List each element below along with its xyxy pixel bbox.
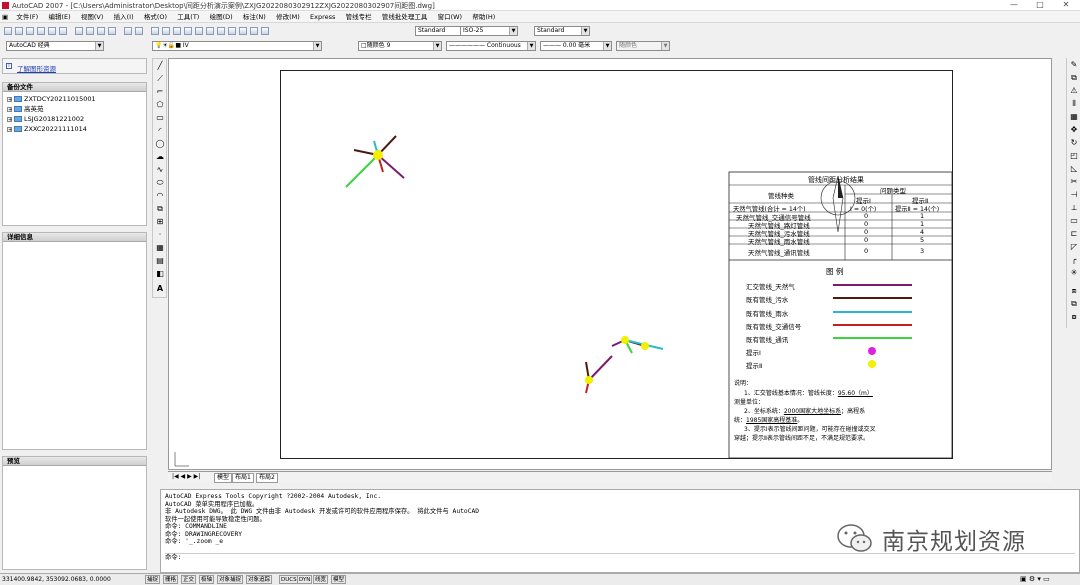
row-a: 0 xyxy=(864,212,869,220)
dyn-toggle[interactable]: DYN xyxy=(297,575,313,584)
row-a: 0 xyxy=(864,247,869,255)
legend-dot-hint2 xyxy=(868,360,876,368)
watermark-text: 南京规划资源 xyxy=(882,529,1026,555)
cmd-line: 非 Autodesk DWG。 此 DWG 文件由非 Autodesk 开发或许… xyxy=(165,508,480,515)
osnap-toggle[interactable]: 对象捕捉 xyxy=(217,575,244,584)
notes-line: 测量单位： xyxy=(734,399,765,406)
pipe-gas xyxy=(588,355,613,381)
status-bar: 331400.9842, 353092.0683, 0.0000 捕捉 栅格 正… xyxy=(0,573,1080,585)
tray-icons[interactable]: ▣ ⚙ ▾ ▭ xyxy=(1020,575,1050,583)
legend-label: 提示Ⅰ xyxy=(746,349,761,357)
row-a: 0 xyxy=(864,220,869,228)
wechat-logo-icon xyxy=(837,524,872,552)
notes-line: 1、汇交管线基本情况：管线长度：95.60（m） xyxy=(744,390,873,397)
row-b: 5 xyxy=(920,236,925,244)
row-name: 天然气管线_雨水管线 xyxy=(748,238,810,246)
hint2-dot xyxy=(621,336,629,344)
grid-toggle[interactable]: 栅格 xyxy=(163,575,179,584)
row-b: 1 xyxy=(920,212,925,220)
hint2-dot xyxy=(373,150,383,160)
row-a: 0 xyxy=(864,228,869,236)
lineweight-toggle[interactable]: 线宽 xyxy=(313,575,329,584)
notes-line: 3、提示Ⅰ表示管线间距问题，可能存在碰撞或交叉 xyxy=(744,426,876,433)
ortho-toggle[interactable]: 正交 xyxy=(181,575,197,584)
tab-nav-arrows[interactable]: |◀ ◀ ▶ ▶| xyxy=(170,473,202,481)
row-a: 0 xyxy=(864,236,869,244)
col-problem-type: 问题类型 xyxy=(880,187,906,195)
model-toggle[interactable]: 模型 xyxy=(331,575,347,584)
legend-label: 既有管线_交通信号 xyxy=(746,323,802,331)
ucs-icon xyxy=(174,452,189,467)
notes-head: 说明： xyxy=(734,380,753,387)
row-b: 3 xyxy=(920,247,925,255)
legend-title: 图 例 xyxy=(826,267,844,276)
tab-layout2[interactable]: 布局2 xyxy=(256,473,278,483)
tab-model[interactable]: 模型 xyxy=(214,473,233,483)
legend-label: 既有管线_污水 xyxy=(746,296,789,304)
watermark: 南京规划资源 xyxy=(835,520,1055,556)
notes-line: 2、坐标系统：2000国家大地坐标系；高程系 xyxy=(744,408,866,415)
notes-line: 穿越；提示Ⅱ表示管线间距不足，不满足规范要求。 xyxy=(734,435,869,442)
layout-tabs: |◀ ◀ ▶ ▶| 模型 布局1 布局2 xyxy=(168,471,1052,483)
hint2-dot xyxy=(641,342,649,350)
otrack-toggle[interactable]: 对象追踪 xyxy=(246,575,273,584)
legend-label: 既有管线_雨水 xyxy=(746,310,789,318)
cmd-line: AutoCAD 菜单实用程序已加载。 xyxy=(165,500,259,508)
hint2-dot xyxy=(585,376,593,384)
col-pipe-type: 管线种类 xyxy=(768,192,794,200)
table-title: 管线间距分析结果 xyxy=(808,176,864,184)
coordinate-readout: 331400.9842, 353092.0683, 0.0000 xyxy=(2,576,111,583)
row-name: 天然气管线_通讯管线 xyxy=(748,249,810,257)
tab-layout1[interactable]: 布局1 xyxy=(232,473,254,483)
legend-label: 汇交管线_天然气 xyxy=(746,283,795,291)
legend-label: 既有管线_通讯 xyxy=(746,336,789,344)
pipe-telecom xyxy=(345,154,379,188)
polar-toggle[interactable]: 极轴 xyxy=(199,575,215,584)
legend-label: 提示Ⅱ xyxy=(746,362,763,370)
snap-toggle[interactable]: 捕捉 xyxy=(145,575,161,584)
ducs-toggle[interactable]: DUCS xyxy=(279,575,299,584)
cmd-line: AutoCAD Express Tools Copyright ?2002-20… xyxy=(165,493,382,500)
row-b: 1 xyxy=(920,220,925,228)
row-b: 4 xyxy=(920,228,925,236)
notes-line: 统：1985国家高程基准。 xyxy=(734,417,804,424)
row-total-b: 提示Ⅱ = 14(个) xyxy=(895,206,940,213)
legend-dot-hint1 xyxy=(868,347,876,355)
